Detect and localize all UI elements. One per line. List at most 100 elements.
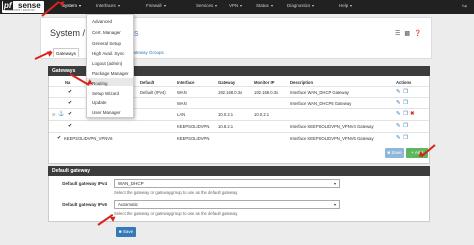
chevron-down-icon bbox=[270, 4, 273, 7]
tab-gateway-groups[interactable]: Gateway Groups bbox=[130, 50, 164, 55]
row-description: Interface KEEPSOLIDVPN_VPNV4 Gateway bbox=[290, 124, 374, 129]
nav-help[interactable]: Help bbox=[339, 3, 353, 9]
row-name: KEEPSOLIDVPN_VPNV6 bbox=[64, 136, 113, 141]
column-header-name[interactable]: Na bbox=[65, 80, 70, 85]
header-icons: ☰▩❓ bbox=[395, 30, 426, 37]
chevron-down-icon bbox=[117, 4, 120, 7]
nav-diagnostics-label: Diagnostics bbox=[287, 3, 311, 8]
edit-icon[interactable]: ✎ bbox=[396, 100, 401, 106]
page-title: System / bbox=[50, 28, 86, 38]
nav-firewall-label: Firewall bbox=[146, 3, 162, 8]
save-icon: ■ bbox=[387, 150, 391, 155]
ipv6-gateway-value: Automatic bbox=[118, 202, 139, 207]
column-header-monitor-ip[interactable]: Monitor IP bbox=[254, 80, 274, 85]
delete-icon[interactable]: ✖ bbox=[410, 111, 415, 117]
pfsense-logo[interactable]: pf sense COMMUNITY EDITION bbox=[2, 1, 44, 13]
nav-vpn-label: VPN bbox=[229, 3, 239, 8]
ipv4-gateway-label: Default gateway IPv4 bbox=[62, 181, 107, 186]
row-description: Interface WAN_DHCP Gateway bbox=[290, 90, 349, 95]
check-circle-icon: ✔ bbox=[68, 123, 73, 129]
chevron-down-icon bbox=[312, 4, 315, 7]
chart-icon[interactable]: ▩ bbox=[404, 31, 414, 37]
chevron-down-icon bbox=[215, 4, 218, 7]
chevron-down-icon bbox=[350, 4, 353, 7]
column-header-interface[interactable]: Interface bbox=[177, 80, 194, 85]
row-gateway: 192.168.0.3x bbox=[218, 90, 243, 95]
row-monitor-ip: 192.168.0.3x bbox=[254, 90, 279, 95]
row-interface: KEEPSOLIDVPN bbox=[177, 136, 210, 141]
chevron-down-icon bbox=[79, 4, 82, 7]
row-interface: KEEPSOLIDVPN bbox=[177, 124, 210, 129]
help-icon[interactable]: ❓ bbox=[414, 31, 425, 37]
check-circle-icon: ✔ bbox=[68, 111, 73, 117]
plus-icon: + bbox=[411, 150, 414, 155]
chevron-down-icon: ▾ bbox=[333, 202, 336, 207]
save-default-gateway-button[interactable]: ■ Save bbox=[116, 227, 136, 237]
nav-interfaces[interactable]: Interfaces bbox=[96, 3, 120, 9]
row-gateway: 10.8.2.1 bbox=[218, 124, 234, 129]
default-gateway-panel-heading bbox=[48, 166, 430, 176]
edit-icon[interactable]: ✎ bbox=[396, 135, 401, 141]
menu-item-update[interactable]: Update bbox=[92, 100, 107, 105]
ipv4-gateway-select[interactable]: WAN_DHCP ▾ bbox=[114, 179, 340, 188]
nav-firewall[interactable]: Firewall bbox=[146, 3, 166, 9]
menu-item-cert-manager[interactable]: Cert. Manager bbox=[92, 30, 121, 35]
save-icon: ■ bbox=[118, 229, 122, 234]
ipv4-gateway-value: WAN_DHCP bbox=[118, 181, 144, 186]
edit-icon[interactable]: ✎ bbox=[396, 111, 401, 117]
row-interface: WAN bbox=[177, 90, 187, 95]
column-header-actions: Actions bbox=[396, 80, 412, 85]
menu-item-advanced[interactable]: Advanced bbox=[92, 19, 112, 24]
drag-handle-icon[interactable]: ☰ bbox=[52, 112, 56, 118]
chevron-down-icon: ▾ bbox=[333, 181, 336, 186]
row-description: Interface KEEPSOLIDVPN_VPNV6 Gateway bbox=[290, 136, 374, 141]
copy-icon[interactable]: ❐ bbox=[403, 123, 408, 129]
nav-diagnostics[interactable]: Diagnostics bbox=[287, 3, 315, 9]
menu-item-package-manager[interactable]: Package Manager bbox=[92, 71, 129, 76]
row-interface: WAN bbox=[177, 101, 187, 106]
nav-help-label: Help bbox=[339, 3, 349, 8]
logout-icon[interactable]: ↪ bbox=[462, 3, 467, 10]
copy-icon[interactable]: ❐ bbox=[403, 111, 408, 117]
ipv6-gateway-help: Select the gateway or gatewaygroup to us… bbox=[114, 211, 239, 216]
menu-item-user-manager[interactable]: User Manager bbox=[92, 110, 121, 115]
nav-status[interactable]: Status bbox=[256, 3, 273, 9]
save-button-label: Save bbox=[122, 229, 134, 234]
edit-icon[interactable]: ✎ bbox=[396, 123, 401, 129]
logo-edition-text: COMMUNITY EDITION bbox=[5, 9, 35, 12]
chevron-down-icon bbox=[163, 4, 166, 7]
ipv6-gateway-label: Default gateway IPv6 bbox=[62, 202, 107, 207]
column-header-default[interactable]: Default bbox=[140, 80, 154, 85]
nav-vpn[interactable]: VPN bbox=[229, 3, 243, 9]
tab-gateways[interactable]: Gateways bbox=[53, 48, 80, 57]
menu-item-logout[interactable]: Logout (admin) bbox=[92, 61, 122, 66]
column-header-description[interactable]: Description bbox=[290, 80, 313, 85]
menu-item-setup-wizard[interactable]: Setup Wizard bbox=[92, 91, 119, 96]
save-button[interactable]: ■ Save bbox=[385, 148, 404, 158]
row-interface: LAN bbox=[177, 112, 186, 117]
save-button-label: Save bbox=[391, 150, 402, 155]
copy-icon[interactable]: ❐ bbox=[403, 100, 408, 106]
row-default: Default (IPv4) bbox=[140, 90, 166, 95]
menu-item-routing[interactable]: Routing bbox=[92, 81, 108, 86]
menu-item-general-setup[interactable]: General Setup bbox=[92, 41, 121, 46]
copy-icon[interactable]: ❐ bbox=[403, 89, 408, 95]
edit-icon[interactable]: ✎ bbox=[396, 89, 401, 95]
row-gateway: 10.0.2.1 bbox=[218, 112, 234, 117]
row-monitor-ip: 10.0.2.1 bbox=[254, 112, 270, 117]
check-circle-icon: ✔ bbox=[68, 100, 73, 106]
nav-services[interactable]: Services bbox=[196, 3, 218, 9]
default-gateway-panel-title: Default gateway bbox=[52, 168, 91, 174]
nav-interfaces-label: Interfaces bbox=[96, 3, 116, 8]
sliders-icon[interactable]: ☰ bbox=[395, 31, 404, 37]
chevron-down-icon bbox=[240, 4, 243, 7]
check-circle-icon: ✔ bbox=[68, 89, 73, 95]
menu-item-high-avail-sync[interactable]: High Avail. Sync bbox=[92, 51, 124, 56]
row-description: Interface WAN_DHCP6 Gateway bbox=[290, 101, 352, 106]
ipv6-gateway-select[interactable]: Automatic ▾ bbox=[114, 200, 340, 209]
copy-icon[interactable]: ❐ bbox=[403, 135, 408, 141]
nav-services-label: Services bbox=[196, 3, 214, 8]
nav-status-label: Status bbox=[256, 3, 269, 8]
ipv4-gateway-help: Select the gateway or gatewaygroup to us… bbox=[114, 190, 239, 195]
column-header-gateway[interactable]: Gateway bbox=[218, 80, 235, 85]
